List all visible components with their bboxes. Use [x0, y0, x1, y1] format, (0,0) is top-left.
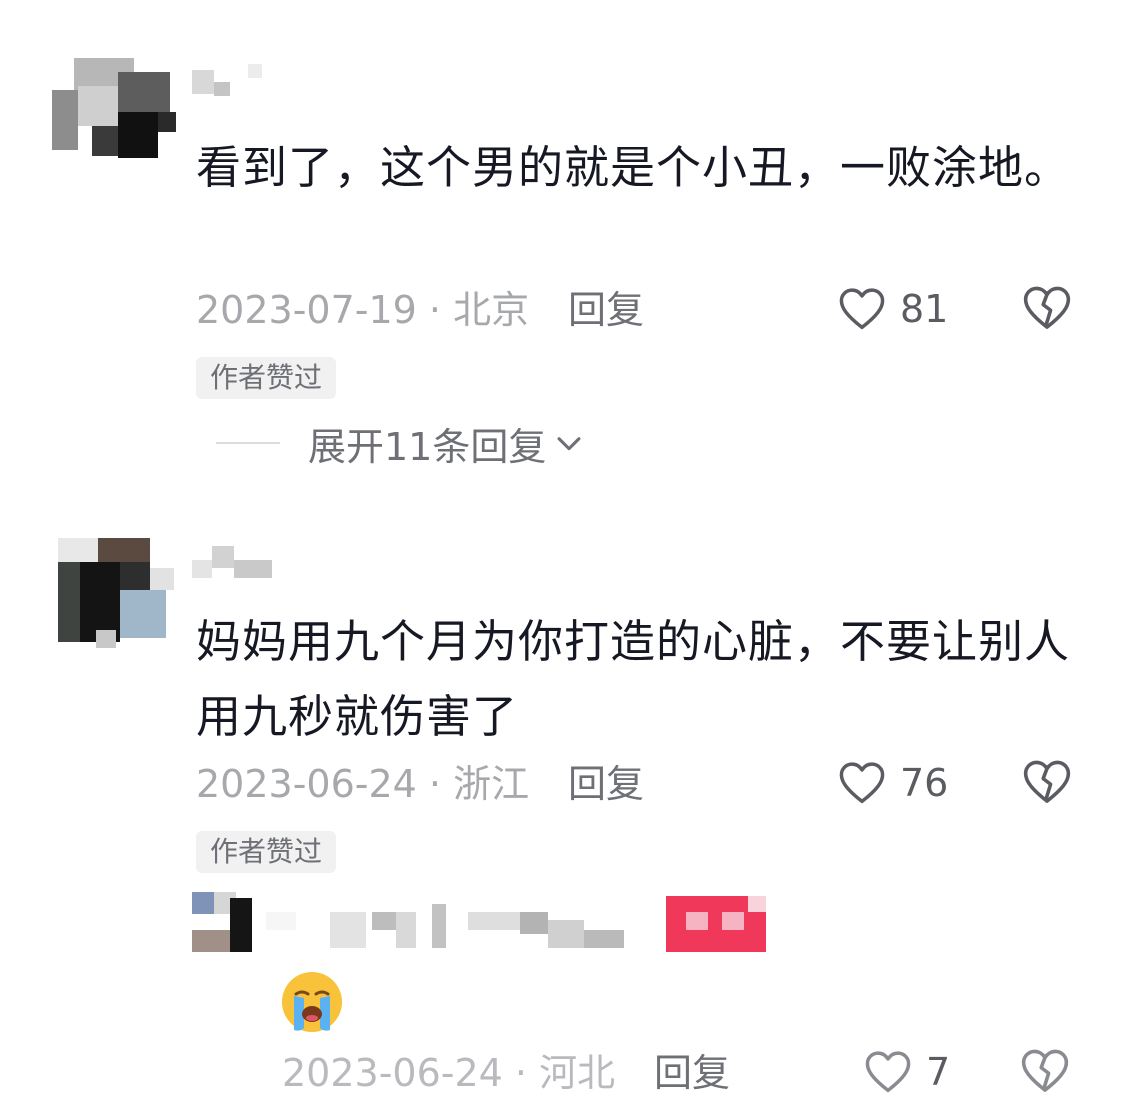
- heart-icon: [839, 762, 885, 804]
- expand-replies-button[interactable]: 展开11条回复: [216, 418, 586, 469]
- dislike-button[interactable]: [1018, 1044, 1072, 1110]
- reply-button[interactable]: 回复: [568, 285, 644, 335]
- expand-replies-label: 展开11条回复: [308, 424, 547, 469]
- sub-reply-meta: 2023-06-24 · 河北 回复 7: [282, 1048, 1082, 1098]
- comment-meta: 2023-06-24 · 浙江 回复 76: [196, 759, 1086, 809]
- heart-icon: [839, 288, 885, 330]
- author-liked-tag: 作者赞过: [196, 357, 337, 399]
- heart-icon: [865, 1051, 911, 1093]
- chevron-down-icon: [557, 437, 581, 451]
- like-button[interactable]: 7: [862, 1046, 950, 1098]
- loudly-crying-face-icon: [280, 970, 344, 1034]
- avatar[interactable]: [52, 50, 176, 160]
- dislike-button[interactable]: [1020, 755, 1074, 821]
- like-button[interactable]: 81: [836, 283, 948, 335]
- broken-heart-icon: [1023, 760, 1071, 803]
- like-count: 76: [900, 761, 949, 805]
- broken-heart-icon: [1023, 286, 1071, 329]
- username-blurred[interactable]: [192, 540, 282, 580]
- like-count: 81: [900, 287, 949, 331]
- reply-button[interactable]: 回复: [654, 1048, 730, 1098]
- date-location: 2023-07-19 · 北京: [196, 288, 530, 332]
- reply-button[interactable]: 回复: [568, 759, 644, 809]
- comment-meta: 2023-07-19 · 北京 回复 81: [196, 285, 1086, 335]
- broken-heart-icon: [1021, 1049, 1069, 1092]
- username-blurred[interactable]: [192, 64, 292, 104]
- dislike-button[interactable]: [1020, 281, 1074, 347]
- sub-reply-header-blurred[interactable]: [192, 890, 772, 954]
- comment-text: 看到了，这个男的就是个小丑，一败涂地。: [196, 141, 1071, 194]
- like-count: 7: [926, 1050, 951, 1094]
- avatar[interactable]: [52, 538, 176, 648]
- date-location: 2023-06-24 · 浙江: [196, 762, 530, 806]
- divider-line: [216, 442, 280, 444]
- comment-text: 妈妈用九个月为你打造的心脏，不要让别人用九秒就伤害了: [196, 615, 1071, 743]
- date-location: 2023-06-24 · 河北: [282, 1051, 616, 1095]
- like-button[interactable]: 76: [836, 757, 948, 809]
- author-liked-tag: 作者赞过: [196, 831, 337, 873]
